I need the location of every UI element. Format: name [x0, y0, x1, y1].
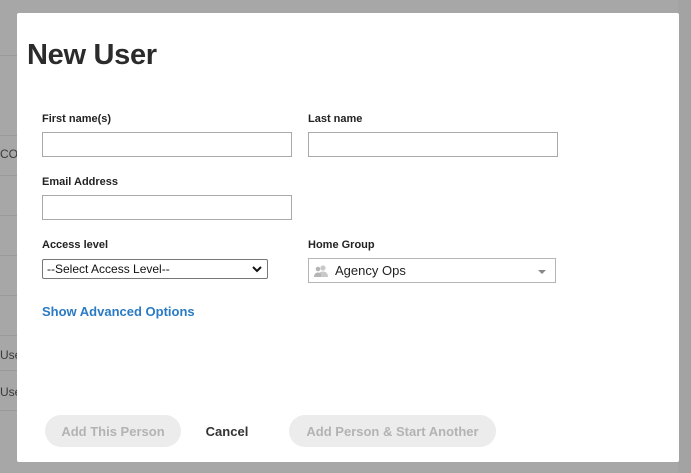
access-level-selected: --Select Access Level-- [47, 262, 170, 276]
last-name-label: Last name [308, 113, 363, 125]
home-group-label: Home Group [308, 239, 375, 251]
add-person-start-another-button[interactable]: Add Person & Start Another [289, 415, 496, 447]
background-text: Use [0, 385, 18, 399]
email-input[interactable] [42, 195, 292, 220]
home-group-select[interactable]: Agency Ops [308, 258, 556, 283]
background-text: CO [0, 147, 18, 161]
first-name-input[interactable] [42, 132, 292, 157]
background-right-edge [678, 0, 691, 473]
email-label: Email Address [42, 176, 119, 188]
add-this-person-button[interactable]: Add This Person [45, 415, 181, 447]
new-user-modal: New User First name(s) Last name Email A… [17, 13, 679, 462]
caret-down-icon [538, 270, 546, 274]
chevron-down-icon [252, 266, 262, 273]
last-name-input[interactable] [308, 132, 558, 157]
first-name-label: First name(s) [42, 113, 112, 125]
cancel-button[interactable]: Cancel [193, 415, 261, 447]
home-group-selected: Agency Ops [335, 263, 406, 278]
modal-title: New User [27, 39, 157, 71]
access-level-select[interactable]: --Select Access Level-- [42, 259, 268, 279]
show-advanced-options-link[interactable]: Show Advanced Options [42, 304, 195, 319]
access-level-label: Access level [42, 239, 109, 251]
background-text: Use [0, 348, 18, 362]
group-icon [314, 264, 328, 277]
